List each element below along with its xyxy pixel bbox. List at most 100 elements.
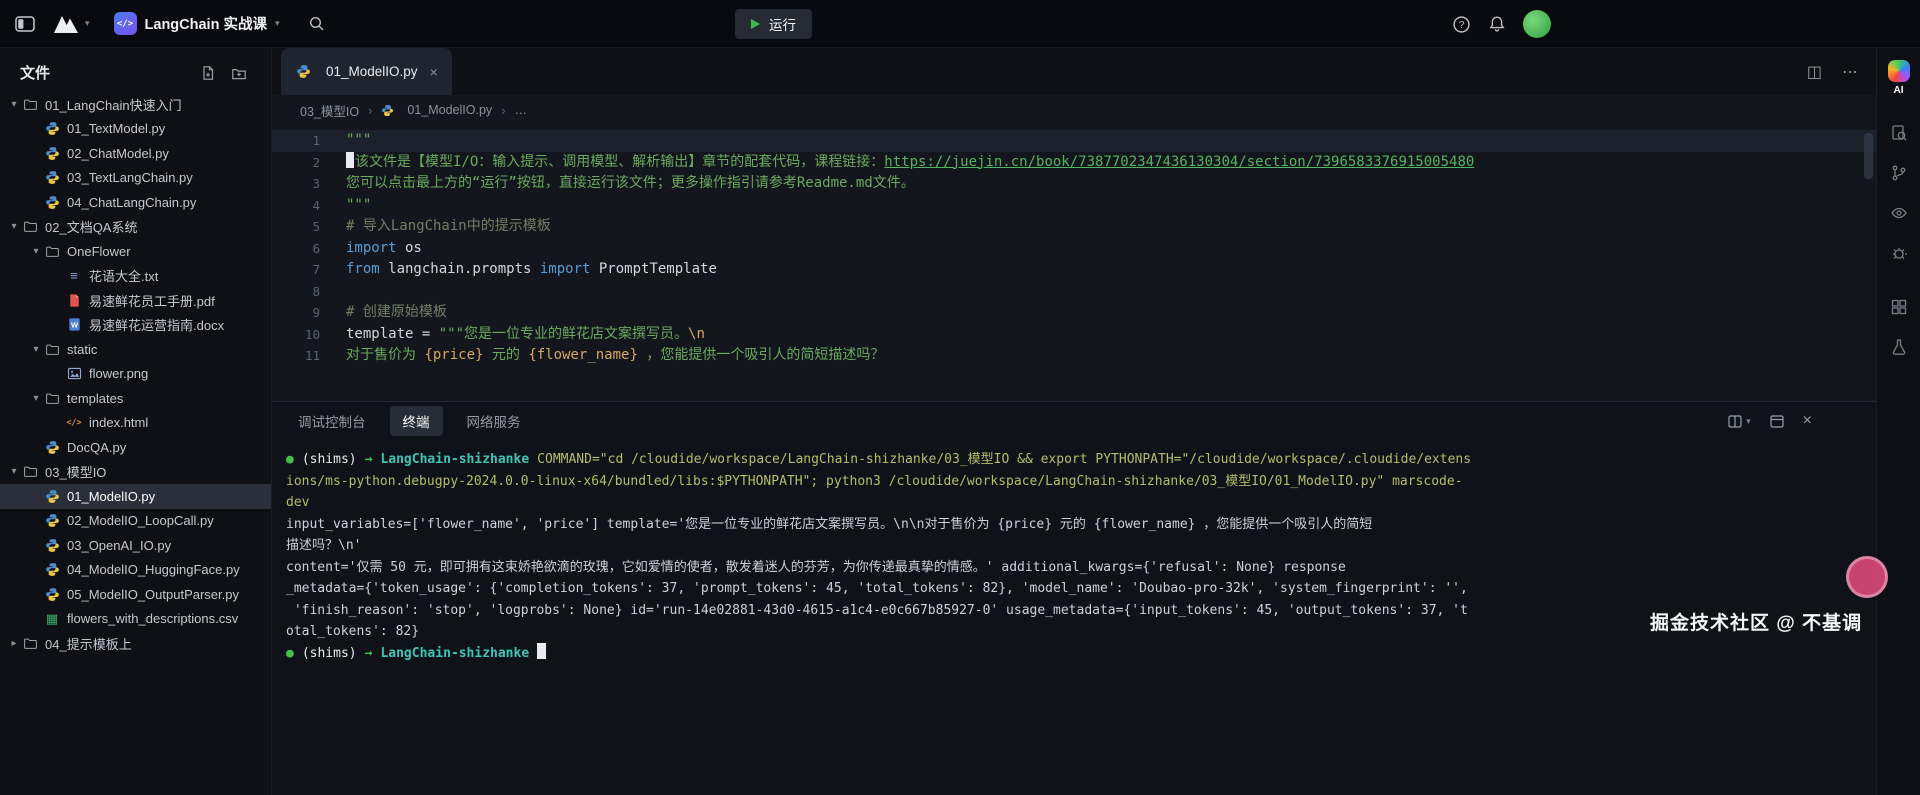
debug-bug-icon[interactable] [1890,244,1908,262]
tree-file[interactable]: 03_OpenAI_IO.py [0,533,271,558]
tab-network-service[interactable]: 网络服务 [467,411,521,431]
user-avatar[interactable] [1523,10,1551,38]
tree-file[interactable]: W 易速鲜花运营指南.docx [0,313,271,338]
tree-item-label: 03_模型IO [45,462,106,481]
line-number: 11 [272,345,320,367]
tree-file[interactable]: 04_ModelIO_HuggingFace.py [0,558,271,583]
tree-folder[interactable]: 01_LangChain快速入门 [0,92,271,117]
code-link[interactable]: https://juejin.cn/book/73877023474361303… [884,154,1474,170]
tab-debug-console[interactable]: 调试控制台 [298,411,366,431]
breadcrumb-separator: › [501,103,505,118]
ai-label: AI [1894,85,1904,96]
new-folder-icon[interactable] [231,65,247,81]
chevron-down-icon[interactable] [6,221,22,232]
more-actions-icon[interactable]: ⋯ [1842,62,1858,82]
tree-file[interactable]: 02_ChatModel.py [0,141,271,166]
breadcrumb-item[interactable]: 01_ModelIO.py [381,102,492,118]
tree-file[interactable]: 02_ModelIO_LoopCall.py [0,509,271,534]
tree-item-label: 01_TextModel.py [67,121,165,136]
chevron-down-icon[interactable] [28,393,44,404]
python-icon [295,64,311,80]
terminal-line: content='仅需 50 元，即可拥有这束娇艳欲滴的玫瑰，它如爱情的使者，散… [286,557,1876,579]
tree-file-selected[interactable]: 01_ModelIO.py [0,484,271,509]
code-line: 11 对于售价为 {price} 元的 {flower_name} ，您能提供一… [272,345,1876,367]
ai-assistant-button[interactable]: AI [1888,60,1910,96]
code-token: 您可以点击最上方的“运行”按钮，直接运行该文件；更多操作指引请参考Readme.… [346,175,915,191]
folder-icon [22,219,38,235]
tree-item-label: templates [67,391,123,406]
chevron-down-icon[interactable] [6,466,22,477]
breadcrumb-item[interactable]: … [515,103,528,117]
tree-item-label: OneFlower [67,244,131,259]
prompt-env: (shims) [302,452,357,467]
tree-folder[interactable]: OneFlower [0,239,271,264]
tree-file[interactable]: flower.png [0,362,271,387]
editor-area: 01_ModelIO.py × ◫ ⋯ 03_模型IO › 01_ModelIO… [272,48,1876,795]
breadcrumb-item[interactable]: 03_模型IO [300,101,359,120]
ai-logo-icon [1888,60,1910,82]
help-icon[interactable]: ? [1452,15,1471,34]
search-icon[interactable] [308,15,326,33]
code-line: 5 # 导入LangChain中的提示模板 [272,216,1876,238]
terminal-cursor[interactable] [537,643,546,659]
new-file-icon[interactable] [200,65,216,81]
editor-tab-bar: 01_ModelIO.py × ◫ ⋯ [272,48,1876,95]
chevron-right-icon[interactable] [6,638,22,649]
code-search-icon[interactable] [1890,124,1908,142]
extensions-icon[interactable] [1890,298,1908,316]
tree-file[interactable]: 01_TextModel.py [0,117,271,142]
line-number: 9 [272,302,320,324]
editor-scrollbar[interactable] [1864,133,1873,179]
code-token: 元的 [483,347,528,363]
tab-terminal[interactable]: 终端 [390,406,443,436]
floating-assistant-badge[interactable] [1846,556,1888,598]
terminal-prompt-line[interactable]: ●(shims)→LangChain-shizhanke [286,643,1876,665]
close-icon[interactable]: × [430,64,438,80]
run-button[interactable]: 运行 [735,9,812,39]
prompt-host: LangChain-shizhanke [380,646,529,661]
tree-folder[interactable]: 03_模型IO [0,460,271,485]
chevron-down-icon[interactable] [28,246,44,257]
tree-folder[interactable]: static [0,337,271,362]
maximize-panel-icon[interactable] [1769,413,1785,429]
code-token: # 创建原始模板 [346,304,447,320]
tree-file[interactable]: ▦ flowers_with_descriptions.csv [0,607,271,632]
prompt-arrow-icon: → [365,452,373,467]
code-token: {flower_name} [528,347,638,363]
test-flask-icon[interactable] [1890,338,1908,356]
csv-icon: ▦ [44,611,60,627]
chevron-down-icon[interactable] [6,99,22,110]
sidebar-toggle-icon[interactable] [14,13,36,35]
terminal-line: _metadata={'token_usage': {'completion_t… [286,578,1876,600]
tree-folder[interactable]: 02_文档QA系统 [0,215,271,240]
terminal-line: ions/ms-python.debugpy-2024.0.0-linux-x6… [286,471,1876,493]
code-token: ，您能提供一个吸引人的简短描述吗？ [638,347,884,363]
code-line: 9 # 创建原始模板 [272,302,1876,324]
split-terminal-icon[interactable]: ▾ [1727,413,1751,429]
split-editor-icon[interactable]: ◫ [1807,62,1822,82]
workspace-switcher[interactable]: </> LangChain 实战课 ▾ [114,12,280,35]
tree-file[interactable]: 05_ModelIO_OutputParser.py [0,582,271,607]
terminal-output-text: input_variables=['flower_name', 'price']… [286,517,1372,532]
terminal-output-text: otal_tokens': 82} [286,624,419,639]
close-panel-icon[interactable]: × [1803,412,1812,430]
notifications-bell-icon[interactable] [1488,15,1506,33]
ide-logo[interactable]: ▾ [52,12,90,36]
explorer-title: 文件 [20,62,50,83]
python-icon [44,513,60,529]
tree-file[interactable]: 03_TextLangChain.py [0,166,271,191]
tree-file[interactable]: </> index.html [0,411,271,436]
tree-file[interactable]: 易速鲜花员工手册.pdf [0,288,271,313]
tree-folder[interactable]: templates [0,386,271,411]
preview-eye-icon[interactable] [1890,204,1908,222]
tree-file[interactable]: 04_ChatLangChain.py [0,190,271,215]
editor-tab[interactable]: 01_ModelIO.py × [281,48,452,95]
chevron-down-icon[interactable] [28,344,44,355]
tree-folder[interactable]: 04_提示模板上 [0,631,271,656]
source-control-icon[interactable] [1890,164,1908,182]
tree-file[interactable]: DocQA.py [0,435,271,460]
terminal[interactable]: ●(shims)→LangChain-shizhankeCOMMAND="cd … [272,440,1876,795]
tree-file[interactable]: ≡ 花语大全.txt [0,264,271,289]
code-editor[interactable]: 1 """ 2 该文件是【模型I/O：输入提示、调用模型、解析输出】章节的配套代… [272,125,1876,401]
code-token: \n [688,326,705,342]
